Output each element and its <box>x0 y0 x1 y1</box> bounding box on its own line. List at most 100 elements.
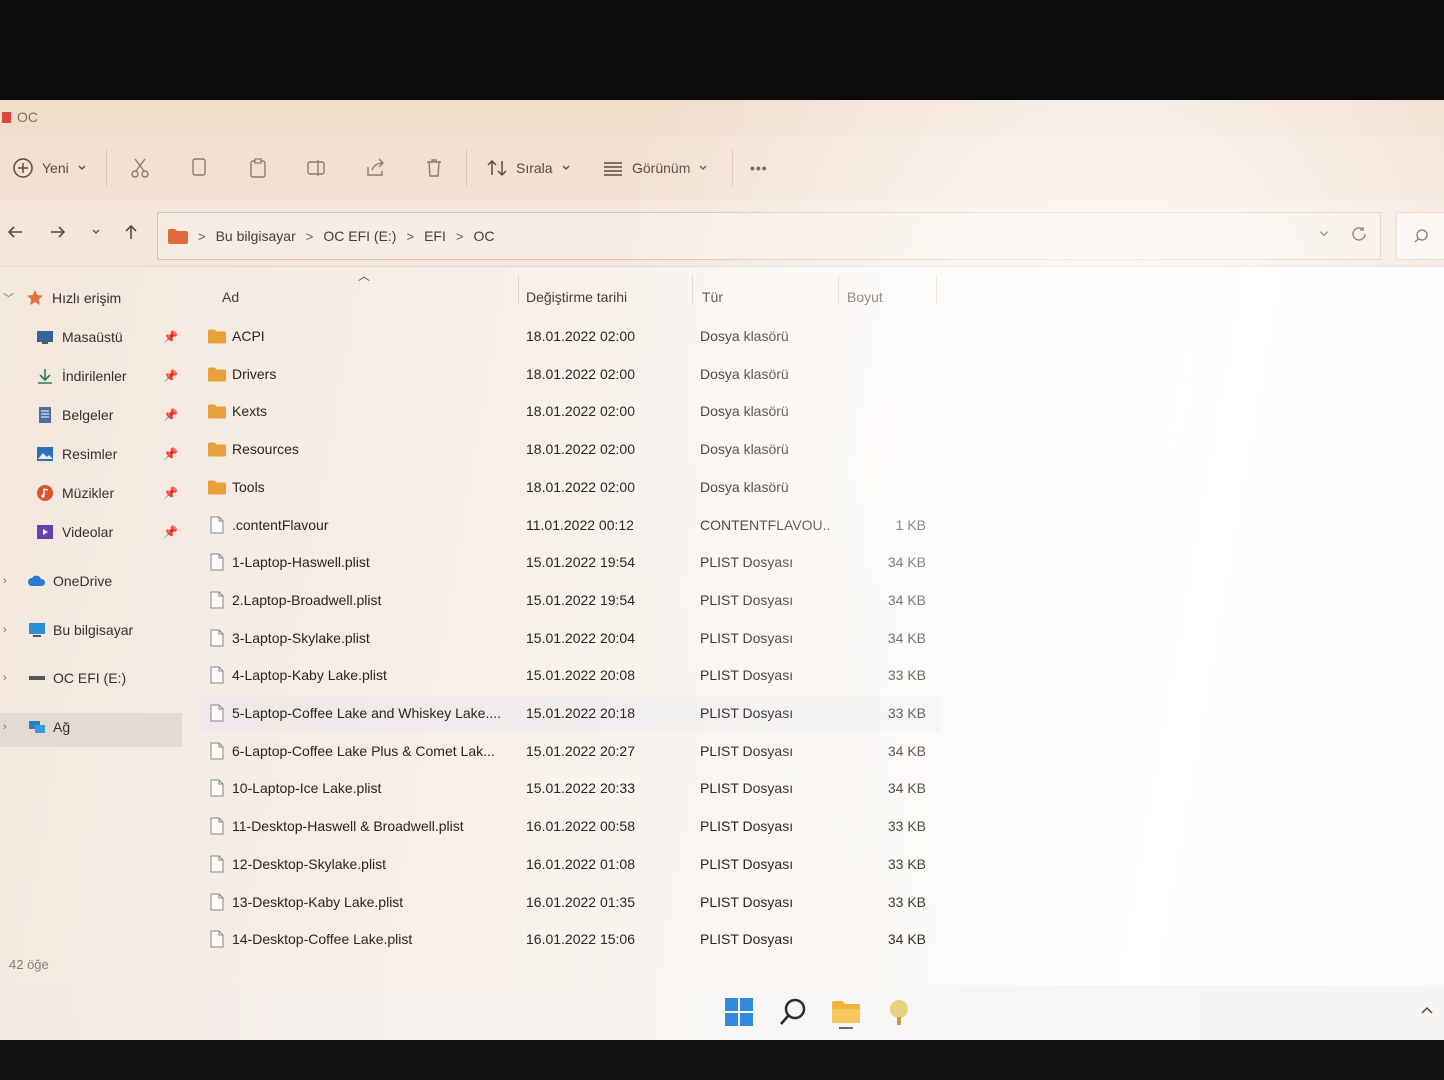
windows-start-icon[interactable] <box>722 995 756 1029</box>
file-row[interactable]: 1-Laptop-Haswell.plist 15.01.2022 19:54 PL… <box>200 545 940 581</box>
file-name: Drivers <box>232 365 277 382</box>
file-modified: 18.01.2022 02:00 <box>526 403 635 420</box>
file-type: PLIST Dosyası <box>700 591 794 608</box>
breadcrumb-oc[interactable]: OC <box>473 228 494 244</box>
sidebar-item-label: Müzikler <box>62 485 115 501</box>
file-icon <box>210 704 224 722</box>
file-row[interactable]: 11-Desktop-Haswell & Broadwell.plist 16.0… <box>200 809 940 845</box>
folder-icon <box>208 367 226 382</box>
arrow-left-icon <box>7 226 22 238</box>
column-divider[interactable] <box>838 275 839 305</box>
file-type: PLIST Dosyası <box>700 931 794 948</box>
sidebar-item-documents[interactable]: Belgeler 📌 <box>0 398 182 432</box>
view-button-label: Görünüm <box>632 160 691 176</box>
file-row[interactable]: .contentFlavour 11.01.2022 00:12 CONTENTFL… <box>200 508 940 544</box>
file-name: Kexts <box>232 403 268 420</box>
file-size: 33 KB <box>887 705 926 721</box>
file-row[interactable]: ACPI 18.01.2022 02:00 Dosya klasörü <box>200 319 940 355</box>
file-row[interactable]: Drivers 18.01.2022 02:00 Dosya klasörü <box>200 357 940 393</box>
sidebar-item-quick-access[interactable]: ﹀ Hızlı erişim <box>0 281 182 315</box>
file-row[interactable]: 10-Laptop-Ice Lake.plist 15.01.2022 20:33… <box>200 771 940 807</box>
file-type: PLIST Dosyası <box>700 629 794 646</box>
file-name: 10-Laptop-Ice Lake.plist <box>232 780 382 797</box>
file-row[interactable]: Resources 18.01.2022 02:00 Dosya klasörü <box>200 432 940 468</box>
sidebar-item-music[interactable]: Müzikler 📌 <box>0 476 182 510</box>
cut-button[interactable] <box>130 152 150 184</box>
column-divider[interactable] <box>692 275 693 305</box>
back-button[interactable] <box>3 220 27 244</box>
expand-icon[interactable]: › <box>3 672 7 684</box>
delete-button[interactable] <box>424 152 444 184</box>
file-row[interactable]: 13-Desktop-Kaby Lake.plist 16.01.2022 01:… <box>200 885 940 921</box>
file-modified: 18.01.2022 02:00 <box>526 328 635 344</box>
file-type: Dosya klasörü <box>700 365 789 382</box>
breadcrumb-efi[interactable]: EFI > <box>424 228 463 244</box>
sidebar-item-network[interactable]: › Ağ <box>0 710 182 744</box>
sidebar-item-label: Resimler <box>62 446 118 462</box>
expand-icon[interactable]: › <box>3 575 7 587</box>
column-header-name[interactable]: Ad <box>222 281 239 313</box>
file-modified: 11.01.2022 00:12 <box>526 516 634 533</box>
up-button[interactable] <box>119 220 143 244</box>
sidebar-item-pictures[interactable]: Resimler 📌 <box>0 437 182 471</box>
sidebar-item-label: OneDrive <box>53 573 113 589</box>
rename-button[interactable] <box>306 152 328 184</box>
sidebar-item-oc-efi-drive[interactable]: › OC EFI (E:) <box>0 661 182 695</box>
file-row[interactable]: 6-Laptop-Coffee Lake Plus & Comet Lak...… <box>200 734 940 770</box>
more-options-button[interactable]: ••• <box>750 152 768 184</box>
file-name: 13-Desktop-Kaby Lake.plist <box>232 893 404 910</box>
refresh-button[interactable] <box>1350 225 1368 246</box>
sidebar-item-videos[interactable]: Videolar 📌 <box>0 515 182 549</box>
file-row[interactable]: 5-Laptop-Coffee Lake and Whiskey Lake...… <box>200 696 940 732</box>
file-type: PLIST Dosyası <box>700 893 794 910</box>
sidebar-item-onedrive[interactable]: › OneDrive <box>0 564 182 598</box>
search-icon[interactable] <box>776 995 810 1029</box>
breadcrumb-oc-efi[interactable]: OC EFI (E:) > <box>323 228 414 244</box>
new-button[interactable]: Yeni <box>12 152 87 184</box>
navigation-pane: ﹀ Hızlı erişim Masaüstü 📌 İndirilenler 📌… <box>0 267 190 967</box>
file-row[interactable]: 4-Laptop-Kaby Lake.plist 15.01.2022 20:08… <box>200 658 940 694</box>
column-divider[interactable] <box>518 275 519 305</box>
view-button[interactable]: Görünüm <box>602 152 708 184</box>
file-size: 33 KB <box>887 893 926 910</box>
search-box[interactable] <box>1396 212 1444 260</box>
file-name: 5-Laptop-Coffee Lake and Whiskey Lake...… <box>232 705 502 721</box>
file-type: PLIST Dosyası <box>700 855 794 872</box>
file-modified: 15.01.2022 19:54 <box>526 554 635 571</box>
file-row[interactable]: 12-Desktop-Skylake.plist 16.01.2022 01:08… <box>200 847 940 883</box>
recent-locations-button[interactable] <box>84 220 108 244</box>
sort-button[interactable]: Sırala <box>486 152 571 184</box>
file-modified: 15.01.2022 20:04 <box>526 629 635 646</box>
address-bar[interactable]: > Bu bilgisayar > OC EFI (E:) > EFI > OC <box>157 212 1381 260</box>
column-divider[interactable] <box>936 275 937 305</box>
file-icon <box>210 779 224 797</box>
expand-icon[interactable]: › <box>3 721 7 733</box>
address-history-button[interactable] <box>1318 227 1330 243</box>
folder-icon <box>208 329 226 344</box>
column-header-size[interactable]: Boyut <box>847 281 883 313</box>
breadcrumb-this-pc[interactable]: Bu bilgisayar > <box>216 228 314 244</box>
folder-icon <box>208 442 226 457</box>
column-header-type[interactable]: Tür <box>702 281 723 313</box>
forward-button[interactable] <box>46 220 70 244</box>
copy-button[interactable] <box>190 152 210 184</box>
file-row[interactable]: 3-Laptop-Skylake.plist 15.01.2022 20:04 PL… <box>200 621 940 657</box>
file-modified: 15.01.2022 20:08 <box>526 667 635 684</box>
share-button[interactable] <box>364 152 386 184</box>
file-row[interactable]: Tools 18.01.2022 02:00 Dosya klasörü <box>200 470 940 506</box>
file-row[interactable]: Kexts 18.01.2022 02:00 Dosya klasörü <box>200 394 940 430</box>
file-name: 4-Laptop-Kaby Lake.plist <box>232 667 387 684</box>
sidebar-item-this-pc-row[interactable]: › Bu bilgisayar <box>0 613 182 647</box>
file-explorer-icon[interactable] <box>829 995 863 1029</box>
expand-icon[interactable]: › <box>3 624 7 636</box>
collapse-icon[interactable]: ﹀ <box>3 290 14 306</box>
app-icon[interactable] <box>882 995 916 1029</box>
app-icon <box>2 112 11 123</box>
sidebar-item-downloads[interactable]: İndirilenler 📌 <box>0 359 182 393</box>
sidebar-item-desktop[interactable]: Masaüstü 📌 <box>0 320 182 354</box>
chevron-up-icon[interactable] <box>1420 1005 1434 1015</box>
column-header-modified[interactable]: Değiştirme tarihi <box>526 281 627 313</box>
file-row[interactable]: 2.Laptop-Broadwell.plist 15.01.2022 19:54… <box>200 583 940 619</box>
file-row[interactable]: 14-Desktop-Coffee Lake.plist 16.01.2022 1… <box>200 922 940 958</box>
paste-button[interactable] <box>248 152 268 184</box>
